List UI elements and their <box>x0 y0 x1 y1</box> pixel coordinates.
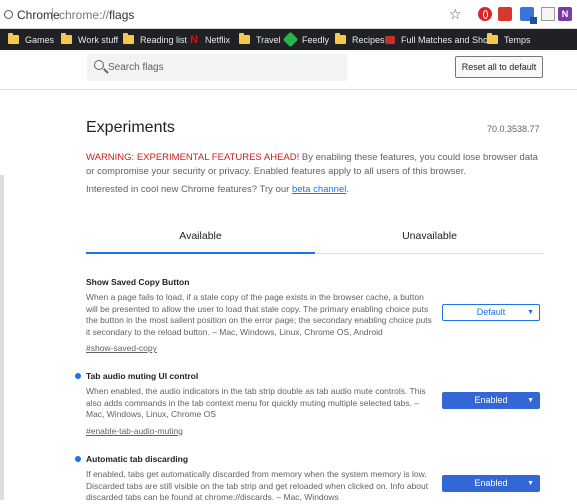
mail-extension-icon[interactable] <box>541 7 555 21</box>
bookmark-recipes[interactable]: Recipes <box>335 29 385 50</box>
folder-icon <box>61 33 72 44</box>
page-info-icon[interactable] <box>4 10 13 19</box>
beta-channel-text: Interested in cool new Chrome features? … <box>86 184 349 195</box>
window-edge-shadow <box>0 175 4 500</box>
warning-heading: WARNING: EXPERIMENTAL FEATURES AHEAD! <box>86 152 300 163</box>
feedly-icon <box>282 31 299 48</box>
folder-icon <box>123 33 134 44</box>
folder-icon <box>487 33 498 44</box>
beta-channel-link[interactable]: beta channel <box>292 184 346 195</box>
experiment-title: Automatic tab discarding <box>86 454 189 464</box>
experiment-title: Show Saved Copy Button <box>86 277 190 287</box>
tab-available[interactable]: Available <box>86 222 315 254</box>
dropdown-arrow-icon: ▼ <box>527 397 534 404</box>
search-input[interactable] <box>108 54 338 81</box>
omnibox-chip: Chrome <box>17 8 60 22</box>
bookmark-label: Feedly <box>302 34 330 45</box>
flags-header: Reset all to default <box>0 50 577 90</box>
bookmark-label: Recipes <box>352 34 385 45</box>
bookmark-label: Temps <box>504 34 531 45</box>
bookmark-label: Travel <box>256 34 281 45</box>
bookmark-full-matches[interactable]: Full Matches and Sho <box>385 29 488 50</box>
reset-all-button[interactable]: Reset all to default <box>455 56 543 78</box>
experiment-show-saved-copy: Show Saved Copy Button When a page fails… <box>86 276 544 356</box>
tab-unavailable[interactable]: Unavailable <box>315 222 544 254</box>
bookmarks-bar: Games Work stuff Reading list N Netflix … <box>0 29 577 50</box>
bookmark-reading-list[interactable]: Reading list <box>123 29 187 50</box>
bookmark-star-icon[interactable]: ☆ <box>449 6 462 23</box>
interest-end: . <box>346 184 349 195</box>
tab-available-label: Available <box>179 230 222 242</box>
warning-text: WARNING: EXPERIMENTAL FEATURES AHEAD! By… <box>86 151 546 179</box>
omnibox-url[interactable]: chrome://flags <box>59 8 134 22</box>
folder-icon <box>335 33 346 44</box>
omnibox-separator <box>52 8 53 21</box>
bookmark-netflix[interactable]: N Netflix <box>190 29 230 50</box>
experiment-select[interactable]: Default ▼ <box>442 304 540 321</box>
url-path: flags <box>109 8 135 22</box>
experiment-select[interactable]: Enabled ▼ <box>442 475 540 492</box>
bookmark-temps[interactable]: Temps <box>487 29 531 50</box>
bookmark-label: Reading list <box>140 34 188 45</box>
tab-bar: Available Unavailable <box>86 222 544 254</box>
tab-unavailable-label: Unavailable <box>402 230 457 242</box>
bookmark-feedly[interactable]: Feedly <box>282 29 330 50</box>
search-box[interactable] <box>87 54 347 81</box>
video-icon <box>385 35 395 44</box>
page-title: Experiments <box>86 119 175 136</box>
folder-icon <box>8 33 19 44</box>
interest-text: Interested in cool new Chrome features? … <box>86 184 292 195</box>
experiment-link[interactable]: #show-saved-copy <box>86 343 157 353</box>
blue-extension-icon[interactable] <box>520 7 537 24</box>
version-number: 70.0.3538.77 <box>487 124 540 134</box>
bookmark-label: Full Matches and Sho <box>401 34 489 45</box>
experiment-tab-audio-muting: Tab audio muting UI control When enabled… <box>75 370 544 439</box>
experiment-link[interactable]: #enable-tab-audio-muting <box>86 426 183 436</box>
omnibox[interactable]: Chrome chrome://flags ☆ N <box>0 0 577 29</box>
bookmark-label: Work stuff <box>78 34 119 45</box>
red-extension-icon[interactable] <box>498 7 512 21</box>
dropdown-arrow-icon: ▼ <box>527 480 534 487</box>
bookmark-label: Netflix <box>205 34 231 45</box>
experiment-description: When a page fails to load, if a stale co… <box>86 292 432 337</box>
experiment-title: Tab audio muting UI control <box>86 371 199 381</box>
netflix-icon: N <box>190 33 198 46</box>
bookmark-travel[interactable]: Travel <box>239 29 281 50</box>
bookmark-games[interactable]: Games <box>8 29 54 50</box>
opera-extension-icon[interactable] <box>478 7 492 21</box>
experiment-description: If enabled, tabs get automatically disca… <box>86 469 429 502</box>
experiment-auto-tab-discarding: Automatic tab discarding If enabled, tab… <box>75 453 544 504</box>
bookmark-work-stuff[interactable]: Work stuff <box>61 29 118 50</box>
search-icon <box>94 60 104 70</box>
modified-dot-icon <box>75 373 81 379</box>
experiment-description: When enabled, the audio indicators in th… <box>86 386 426 419</box>
bookmark-label: Games <box>25 34 55 45</box>
url-scheme: chrome:// <box>59 8 110 22</box>
onenote-extension-icon[interactable]: N <box>558 7 572 21</box>
experiment-select-value: Default <box>476 307 506 317</box>
experiment-select-value: Enabled <box>474 478 508 488</box>
dropdown-arrow-icon: ▼ <box>527 309 534 316</box>
folder-icon <box>239 33 250 44</box>
modified-dot-icon <box>75 456 81 462</box>
experiment-select-value: Enabled <box>474 395 508 405</box>
experiment-select[interactable]: Enabled ▼ <box>442 392 540 409</box>
